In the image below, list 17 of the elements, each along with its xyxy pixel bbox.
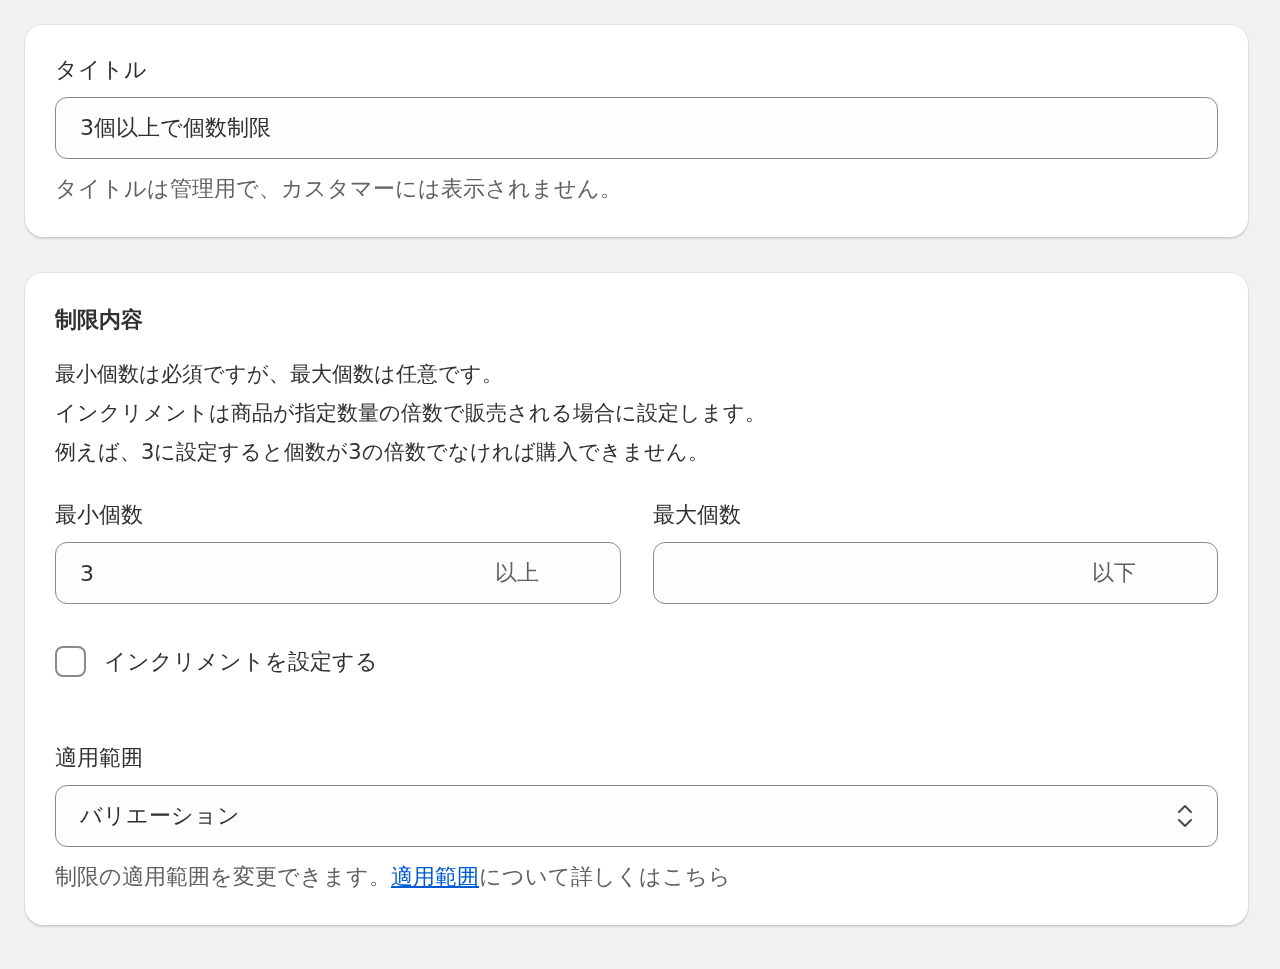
help-text: 制限の適用範囲を変更できます。適用範囲について詳しくはこちら [55, 863, 732, 891]
description-text: 最小個数は必須ですが、最大個数は任意です。 インクリメントは商品が指定数量の倍数で販売される場合に設定します。 例えば、3に設定すると個数が3の倍数でなければ購入できません。 [55, 361, 767, 466]
unit-suffix: 以下 [1092, 559, 1136, 587]
field-label: 最小個数 [55, 501, 144, 529]
checkbox-label: インクリメントを設定する [104, 647, 378, 676]
chevron-up-down-icon [1177, 803, 1193, 829]
section-heading: 制限内容 [55, 306, 144, 334]
help-text: タイトルは管理用で、カスタマーには表示されません。 [55, 175, 623, 203]
scope-link[interactable]: 適用範囲 [391, 864, 479, 889]
unit-suffix: 以上 [494, 559, 539, 587]
scope-select[interactable]: バリエーション [55, 785, 1218, 847]
field-label: 最大個数 [652, 501, 742, 529]
field-label: タイトル [55, 56, 148, 84]
quantity-input-field[interactable] [652, 542, 1218, 604]
checkbox[interactable] [55, 646, 86, 677]
title-input-field[interactable]: 3個以上で個数制限 [55, 97, 1218, 159]
field-label: 適用範囲 [55, 744, 144, 772]
